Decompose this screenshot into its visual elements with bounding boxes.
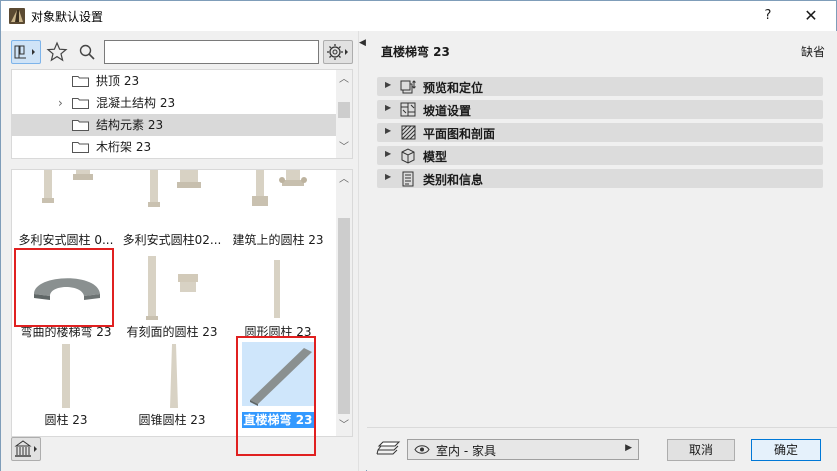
column-doric-thumbnail — [148, 170, 201, 207]
window-title: 对象默认设置 — [31, 10, 104, 24]
highlight-frame-straight-stair — [236, 336, 316, 456]
object-item[interactable]: 圆锥圆柱 23 — [120, 342, 224, 430]
layer-value: 室内 - 家具 — [436, 444, 496, 458]
library-building-icon — [14, 440, 37, 457]
column-ionic-thumbnail — [252, 170, 307, 206]
preview-position-icon — [400, 80, 416, 94]
scroll-thumb[interactable] — [338, 102, 350, 118]
category-info-icon — [402, 171, 414, 187]
layer-dropdown[interactable]: 室内 - 家具 ▶ — [407, 439, 639, 460]
settings-sections: ▶ 预览和定位 ▶ 坡道设置 ▶ 平面图和剖面 ▶ 模型 ▶ 类别和信息 — [377, 77, 823, 192]
tree-item-label: 混凝土结构 23 — [96, 96, 176, 110]
tree-item-label: 木桁架 23 — [96, 140, 152, 154]
library-tree-icon — [14, 45, 35, 59]
tapered-column-thumbnail — [170, 344, 178, 408]
gear-icon — [327, 44, 348, 60]
triangle-right-icon: ▶ — [625, 443, 632, 453]
object-item[interactable]: 多利安式圆柱02... — [120, 170, 224, 250]
title-bar: 对象默认设置 ? ✕ — [1, 1, 836, 31]
section-preview-position[interactable]: ▶ 预览和定位 — [377, 77, 823, 96]
objects-scrollbar[interactable]: ︿ ﹀ — [336, 170, 352, 436]
tree-scrollbar[interactable]: ︿ ﹀ — [336, 70, 352, 158]
object-item[interactable]: 圆柱 23 — [14, 342, 118, 430]
scroll-up-icon[interactable]: ︿ — [336, 172, 352, 188]
folder-icon — [72, 120, 89, 131]
triangle-right-icon: ▶ — [385, 80, 392, 89]
object-item-label: 多利安式圆柱 0... — [18, 233, 114, 247]
triangle-right-icon: ▶ — [385, 126, 392, 135]
view-mode-button[interactable] — [11, 40, 41, 64]
default-label: 缺省 — [800, 45, 825, 59]
help-button[interactable]: ? — [756, 6, 780, 26]
folder-icon — [72, 76, 89, 87]
favorites-star-button[interactable] — [45, 40, 69, 64]
search-button[interactable] — [75, 40, 99, 64]
section-label: 坡道设置 — [423, 104, 472, 118]
library-folder-tree: 拱顶 23 › 混凝土结构 23 结构元素 23 木桁架 23 ︿ ﹀ — [11, 69, 353, 159]
folder-icon — [72, 142, 89, 153]
section-label: 模型 — [423, 150, 448, 164]
object-item[interactable]: 多利安式圆柱 0... — [14, 170, 118, 250]
tree-item-label: 拱顶 23 — [96, 74, 140, 88]
settings-menu-button[interactable] — [323, 40, 353, 64]
library-browser-pane: 拱顶 23 › 混凝土结构 23 结构元素 23 木桁架 23 ︿ ﹀ 多利安式… — [1, 31, 358, 471]
layer-stack-icon — [376, 441, 401, 455]
object-item-label: 圆锥圆柱 23 — [138, 413, 206, 427]
scroll-thumb[interactable] — [338, 218, 350, 414]
ok-button[interactable]: 确定 — [751, 439, 821, 461]
section-floor-plan-section[interactable]: ▶ 平面图和剖面 — [377, 123, 823, 142]
search-input[interactable] — [104, 40, 319, 64]
object-item-label: 建筑上的圆柱 23 — [232, 233, 324, 247]
library-manager-button[interactable] — [11, 437, 41, 461]
close-button[interactable]: ✕ — [798, 6, 824, 26]
search-icon — [79, 44, 95, 60]
tree-item[interactable]: 拱顶 23 — [12, 70, 336, 92]
section-category-info[interactable]: ▶ 类别和信息 — [377, 169, 823, 188]
column-doric-thumbnail — [42, 170, 93, 203]
selected-object-title: 直楼梯弯 23 — [381, 45, 450, 59]
dialog-footer: 室内 - 家具 ▶ 取消 确定 — [367, 427, 837, 471]
section-model[interactable]: ▶ 模型 — [377, 146, 823, 165]
triangle-right-icon: ▶ — [385, 103, 392, 112]
object-default-settings-dialog: 对象默认设置 ? ✕ 拱顶 23 › 混凝土结构 23 结构元素 23 木桁架 … — [0, 0, 837, 471]
round-column-thumbnail — [274, 260, 280, 318]
section-label: 平面图和剖面 — [423, 127, 496, 141]
object-item[interactable]: 有刻面的圆柱 23 — [120, 254, 224, 342]
section-label: 预览和定位 — [423, 81, 484, 95]
ramp-settings-icon — [400, 102, 416, 117]
collapse-left-icon[interactable]: ◀ — [359, 38, 366, 48]
tree-item[interactable]: › 混凝土结构 23 — [12, 92, 336, 114]
pane-divider[interactable] — [358, 31, 366, 471]
app-logo-icon — [9, 8, 25, 24]
chevron-right-icon[interactable]: › — [58, 92, 68, 114]
object-item-label: 有刻面的圆柱 23 — [126, 325, 218, 339]
faceted-column-thumbnail — [146, 256, 198, 320]
tree-item-selected[interactable]: 结构元素 23 — [12, 114, 336, 136]
object-item-label: 多利安式圆柱02... — [122, 233, 222, 247]
star-icon — [46, 41, 68, 62]
cancel-button[interactable]: 取消 — [667, 439, 735, 461]
triangle-right-icon: ▶ — [385, 149, 392, 158]
triangle-right-icon: ▶ — [385, 172, 392, 181]
highlight-frame-curved-stair — [14, 248, 114, 327]
column-thumbnail — [62, 344, 70, 408]
settings-pane: 直楼梯弯 23 缺省 ▶ 预览和定位 ▶ 坡道设置 ▶ 平面图和剖面 ▶ 模型 … — [367, 31, 837, 471]
object-item-label: 圆柱 23 — [44, 413, 88, 427]
section-ramp-settings[interactable]: ▶ 坡道设置 — [377, 100, 823, 119]
pane-splitter[interactable] — [11, 161, 353, 167]
scroll-down-icon[interactable]: ﹀ — [336, 140, 352, 156]
scroll-up-icon[interactable]: ︿ — [336, 72, 352, 88]
scroll-down-icon[interactable]: ﹀ — [336, 418, 352, 434]
tree-item-label: 结构元素 23 — [96, 118, 164, 132]
object-item[interactable]: 建筑上的圆柱 23 — [226, 170, 330, 250]
eye-icon — [414, 445, 430, 454]
tree-item[interactable]: 木桁架 23 — [12, 136, 336, 158]
floor-plan-section-icon — [401, 125, 416, 140]
object-item[interactable]: 圆形圆柱 23 — [226, 254, 330, 342]
model-cube-icon — [401, 148, 415, 164]
section-label: 类别和信息 — [423, 173, 484, 187]
folder-icon — [72, 98, 89, 109]
